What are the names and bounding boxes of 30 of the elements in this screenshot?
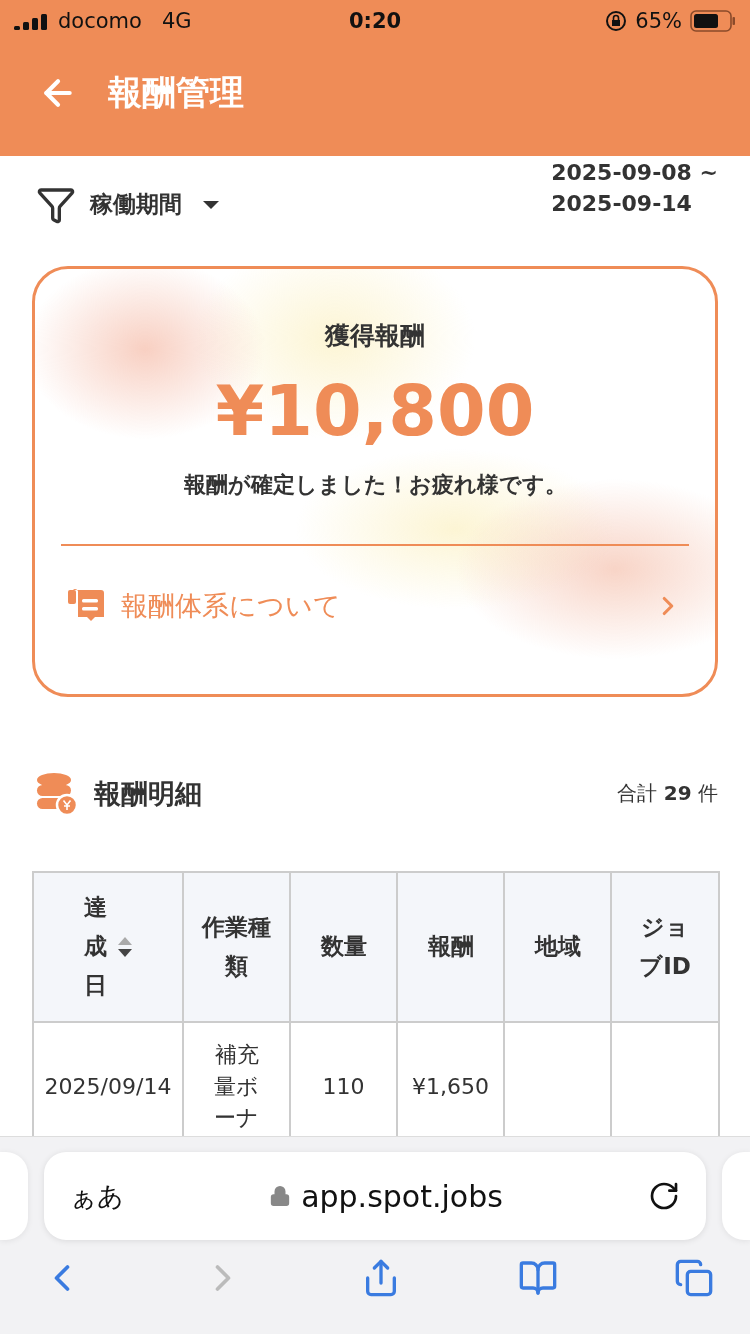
tabs-icon[interactable] bbox=[674, 1257, 714, 1298]
column-header: 作業種類 bbox=[183, 871, 290, 1022]
summary-title: 獲得報酬 bbox=[325, 319, 425, 352]
rotation-lock-icon bbox=[605, 10, 628, 32]
period-end: 2025-09-14 bbox=[551, 190, 693, 216]
column-header: 数量 bbox=[290, 871, 397, 1022]
network-type: 4G bbox=[161, 9, 192, 33]
address-bar[interactable]: ぁあ app.spot.jobs bbox=[44, 1152, 706, 1241]
url-text: app.spot.jobs bbox=[301, 1178, 503, 1214]
column-header[interactable]: 達成日 bbox=[33, 871, 183, 1022]
text-size-button[interactable]: ぁあ bbox=[70, 1178, 124, 1214]
column-header: ジョブID bbox=[611, 871, 719, 1022]
battery-percent: 65% bbox=[635, 9, 682, 33]
column-header: 地域 bbox=[504, 871, 611, 1022]
battery-icon bbox=[690, 10, 736, 32]
filter-label[interactable]: 稼働期間 bbox=[90, 189, 182, 221]
sort-icon[interactable] bbox=[116, 935, 133, 958]
period-start: 2025-09-08 ~ bbox=[551, 159, 718, 185]
carrier-name: docomo bbox=[58, 9, 142, 33]
confirmation-message: 報酬が確定しました！お疲れ様です。 bbox=[183, 470, 567, 499]
clock-time: 0:20 bbox=[348, 9, 402, 33]
dropdown-caret-icon[interactable] bbox=[202, 199, 220, 210]
column-header: 報酬 bbox=[397, 871, 504, 1022]
total-count: 合計 29 件 bbox=[617, 780, 718, 808]
lock-icon bbox=[269, 1185, 292, 1208]
signal-icon bbox=[14, 12, 48, 30]
section-title: 報酬明細 bbox=[94, 776, 202, 811]
earned-amount: ¥10,800 bbox=[215, 369, 535, 452]
coins-icon bbox=[36, 771, 78, 816]
page-title: 報酬管理 bbox=[108, 70, 244, 114]
